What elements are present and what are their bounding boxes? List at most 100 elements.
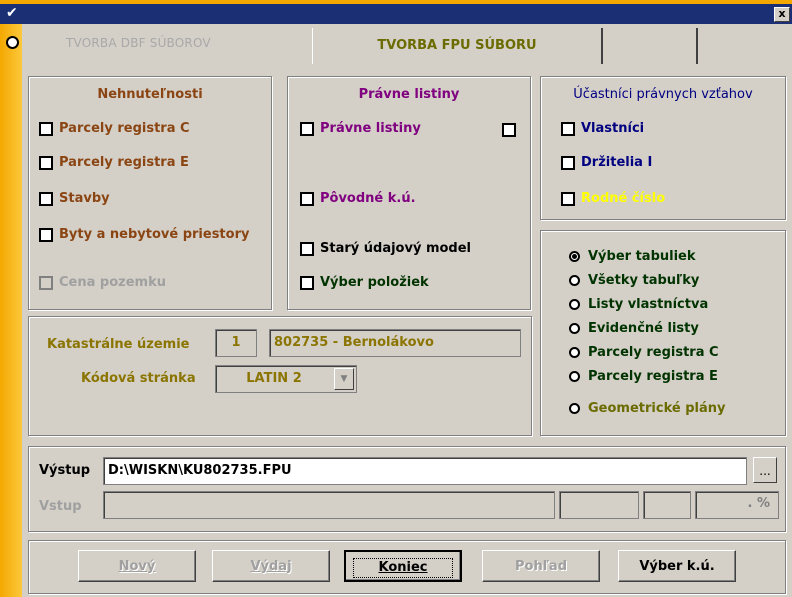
chevron-down-icon[interactable]: ▼ xyxy=(334,368,354,390)
radio-label: Parcely registra C xyxy=(588,345,719,360)
nehnutelnosti-group: Nehnuteľnosti Parcely registra C Parcely… xyxy=(28,76,272,310)
radio-icon[interactable] xyxy=(569,347,580,358)
ucastnici-title: Účastníci právnych vzťahov xyxy=(573,87,753,102)
pravne-listiny-group: Právne listiny Právne listiny Pôvodné k.… xyxy=(287,76,531,310)
close-button[interactable]: x xyxy=(774,7,790,22)
checkbox-rodne-cislo[interactable]: Rodné číslo xyxy=(561,191,665,206)
checkbox-label: Byty a nebytové priestory xyxy=(59,227,250,242)
vyber-group: Výber tabuliek Všetky tabuľky Listy vlas… xyxy=(540,230,786,436)
radio-geometricke-plany[interactable]: Geometrické plány xyxy=(569,401,725,416)
checkbox-box[interactable] xyxy=(300,241,314,256)
tab-empty[interactable] xyxy=(602,28,698,64)
checkbox-povodne-ku[interactable]: Pôvodné k.ú. xyxy=(300,191,416,206)
desktop-background xyxy=(0,24,22,597)
checkbox-pravne-extra[interactable] xyxy=(502,123,516,137)
button-label: Pohľad xyxy=(514,559,568,574)
checkbox-vyber-poloziek[interactable]: Výber položiek xyxy=(300,275,429,290)
radio-icon[interactable] xyxy=(569,371,580,382)
checkbox-cena-pozemku: Cena pozemku xyxy=(39,275,166,290)
checkbox-box[interactable] xyxy=(300,275,314,290)
checkbox-box[interactable] xyxy=(561,191,575,206)
checkbox-box[interactable] xyxy=(39,155,53,170)
radio-vsetky-tabulky[interactable]: Všetky tabuľky xyxy=(569,273,699,288)
checkbox-drzitelia[interactable]: Držitelia I xyxy=(561,155,652,170)
vystup-group: Výstup D:\WISKN\KU802735.FPU ... Vstup .… xyxy=(28,446,786,532)
checkbox-label: Stavby xyxy=(59,191,110,206)
radio-label: Evidenčné listy xyxy=(588,321,699,336)
checkbox-vlastnici[interactable]: Vlastníci xyxy=(561,121,644,136)
radio-vyber-tabuliek[interactable]: Výber tabuliek xyxy=(569,249,696,264)
button-label: Koniec xyxy=(378,560,428,575)
kodova-stranka-label: Kódová stránka xyxy=(81,371,196,386)
title-bar: ✔ x xyxy=(0,4,792,24)
vyber-ku-button[interactable]: Výber k.ú. xyxy=(618,550,736,582)
koniec-button[interactable]: Koniec xyxy=(344,550,462,582)
checkbox-label: Držitelia I xyxy=(581,155,653,170)
radio-label: Parcely registra E xyxy=(588,369,718,384)
checkbox-stavby[interactable]: Stavby xyxy=(39,191,110,206)
katastralne-name-field[interactable]: 802735 - Bernolákovo xyxy=(269,329,521,357)
radio-label: Výber tabuliek xyxy=(588,249,696,264)
checkbox-box[interactable] xyxy=(39,191,53,206)
vstup-label: Vstup xyxy=(39,499,82,514)
tab-dbf[interactable]: TVORBA DBF SÚBOROV xyxy=(6,30,316,56)
radio-icon[interactable] xyxy=(569,299,580,310)
checkbox-box[interactable] xyxy=(300,121,314,136)
radio-parcely-c[interactable]: Parcely registra C xyxy=(569,345,719,360)
radio-icon[interactable] xyxy=(569,275,580,286)
checkbox-box xyxy=(39,275,53,290)
vstup-field xyxy=(103,491,555,519)
vystup-label: Výstup xyxy=(39,463,91,478)
checkbox-label: Parcely registra E xyxy=(59,155,189,170)
checkmark-icon: ✔ xyxy=(6,5,18,21)
checkbox-parcely-c[interactable]: Parcely registra C xyxy=(39,121,190,136)
ucastnici-group: Účastníci právnych vzťahov Vlastníci Drž… xyxy=(540,76,786,220)
katastralne-group: Katastrálne územie 1 802735 - Bernolákov… xyxy=(28,316,532,436)
radio-label: Všetky tabuľky xyxy=(588,273,700,288)
checkbox-box[interactable] xyxy=(39,227,53,242)
checkbox-label: Výber položiek xyxy=(320,275,429,290)
button-label: Výdaj xyxy=(250,559,292,574)
checkbox-label: Právne listiny xyxy=(320,121,421,136)
checkbox-label: Pôvodné k.ú. xyxy=(320,191,416,206)
checkbox-label: Parcely registra C xyxy=(59,121,190,136)
kodova-stranka-value: LATIN 2 xyxy=(246,371,302,386)
tab-dbf-label: TVORBA DBF SÚBOROV xyxy=(66,36,211,50)
checkbox-box[interactable] xyxy=(39,121,53,136)
novy-button[interactable]: Nový xyxy=(78,550,196,582)
checkbox-box[interactable] xyxy=(561,121,575,136)
browse-button[interactable]: ... xyxy=(753,457,777,483)
checkbox-label: Vlastníci xyxy=(581,121,645,136)
checkbox-label: Rodné číslo xyxy=(581,191,666,206)
radio-listy-vlastnictva[interactable]: Listy vlastníctva xyxy=(569,297,708,312)
vstup-percent-field: . % xyxy=(695,491,779,519)
kodova-stranka-select[interactable]: LATIN 2 ▼ xyxy=(215,365,357,393)
radio-icon[interactable] xyxy=(569,403,580,414)
vystup-field[interactable]: D:\WISKN\KU802735.FPU xyxy=(103,457,747,485)
checkbox-pravne-listiny[interactable]: Právne listiny xyxy=(300,121,421,136)
checkbox-byty[interactable]: Byty a nebytové priestory xyxy=(39,227,249,242)
katastralne-num-field[interactable]: 1 xyxy=(215,329,257,357)
checkbox-box[interactable] xyxy=(561,155,575,170)
pravne-listiny-title: Právne listiny xyxy=(358,87,460,102)
katastralne-label: Katastrálne územie xyxy=(47,337,190,352)
radio-parcely-e[interactable]: Parcely registra E xyxy=(569,369,718,384)
radio-evidencne-listy[interactable]: Evidenčné listy xyxy=(569,321,699,336)
tab-empty[interactable] xyxy=(698,28,790,64)
vstup-count-field xyxy=(559,491,639,519)
checkbox-label: Cena pozemku xyxy=(59,275,166,290)
button-label: Výber k.ú. xyxy=(639,559,715,574)
vydaj-button[interactable]: Výdaj xyxy=(212,550,330,582)
tab-fpu[interactable]: TVORBA FPU SÚBORU xyxy=(312,28,603,64)
checkbox-stary-model[interactable]: Starý údajový model xyxy=(300,241,471,256)
radio-selected-icon[interactable] xyxy=(569,251,580,262)
checkbox-label: Starý údajový model xyxy=(320,241,472,256)
vstup-aux-field xyxy=(643,491,691,519)
tab-indicator-icon xyxy=(6,36,19,49)
radio-icon[interactable] xyxy=(569,323,580,334)
pohlad-button[interactable]: Pohľad xyxy=(482,550,600,582)
button-label: Nový xyxy=(118,559,156,574)
radio-label: Geometrické plány xyxy=(588,401,726,416)
checkbox-parcely-e[interactable]: Parcely registra E xyxy=(39,155,189,170)
checkbox-box[interactable] xyxy=(300,191,314,206)
